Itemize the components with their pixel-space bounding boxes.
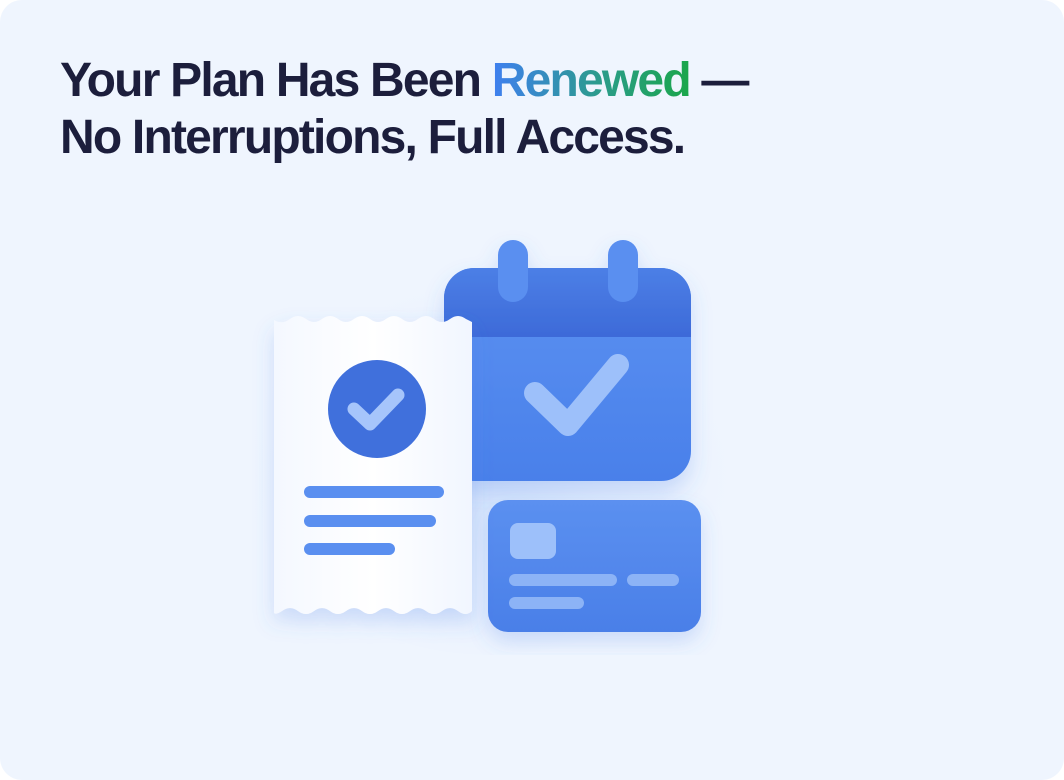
headline-line-2: No Interruptions, Full Access. <box>60 111 686 164</box>
headline-line-1: Your Plan Has Been Renewed — <box>60 52 749 109</box>
receipt-icon <box>274 316 472 614</box>
renewal-card: Your Plan Has Been Renewed — No Interrup… <box>0 0 1064 780</box>
headline-text: Your Plan Has Been <box>60 54 492 107</box>
renewal-illustration <box>230 225 750 655</box>
calendar-check-icon <box>444 240 691 481</box>
credit-card-icon <box>488 500 701 632</box>
page-title: Your Plan Has Been Renewed — No Interrup… <box>60 52 749 166</box>
headline-dash: — <box>689 54 749 107</box>
headline-accent-word: Renewed <box>491 54 692 107</box>
